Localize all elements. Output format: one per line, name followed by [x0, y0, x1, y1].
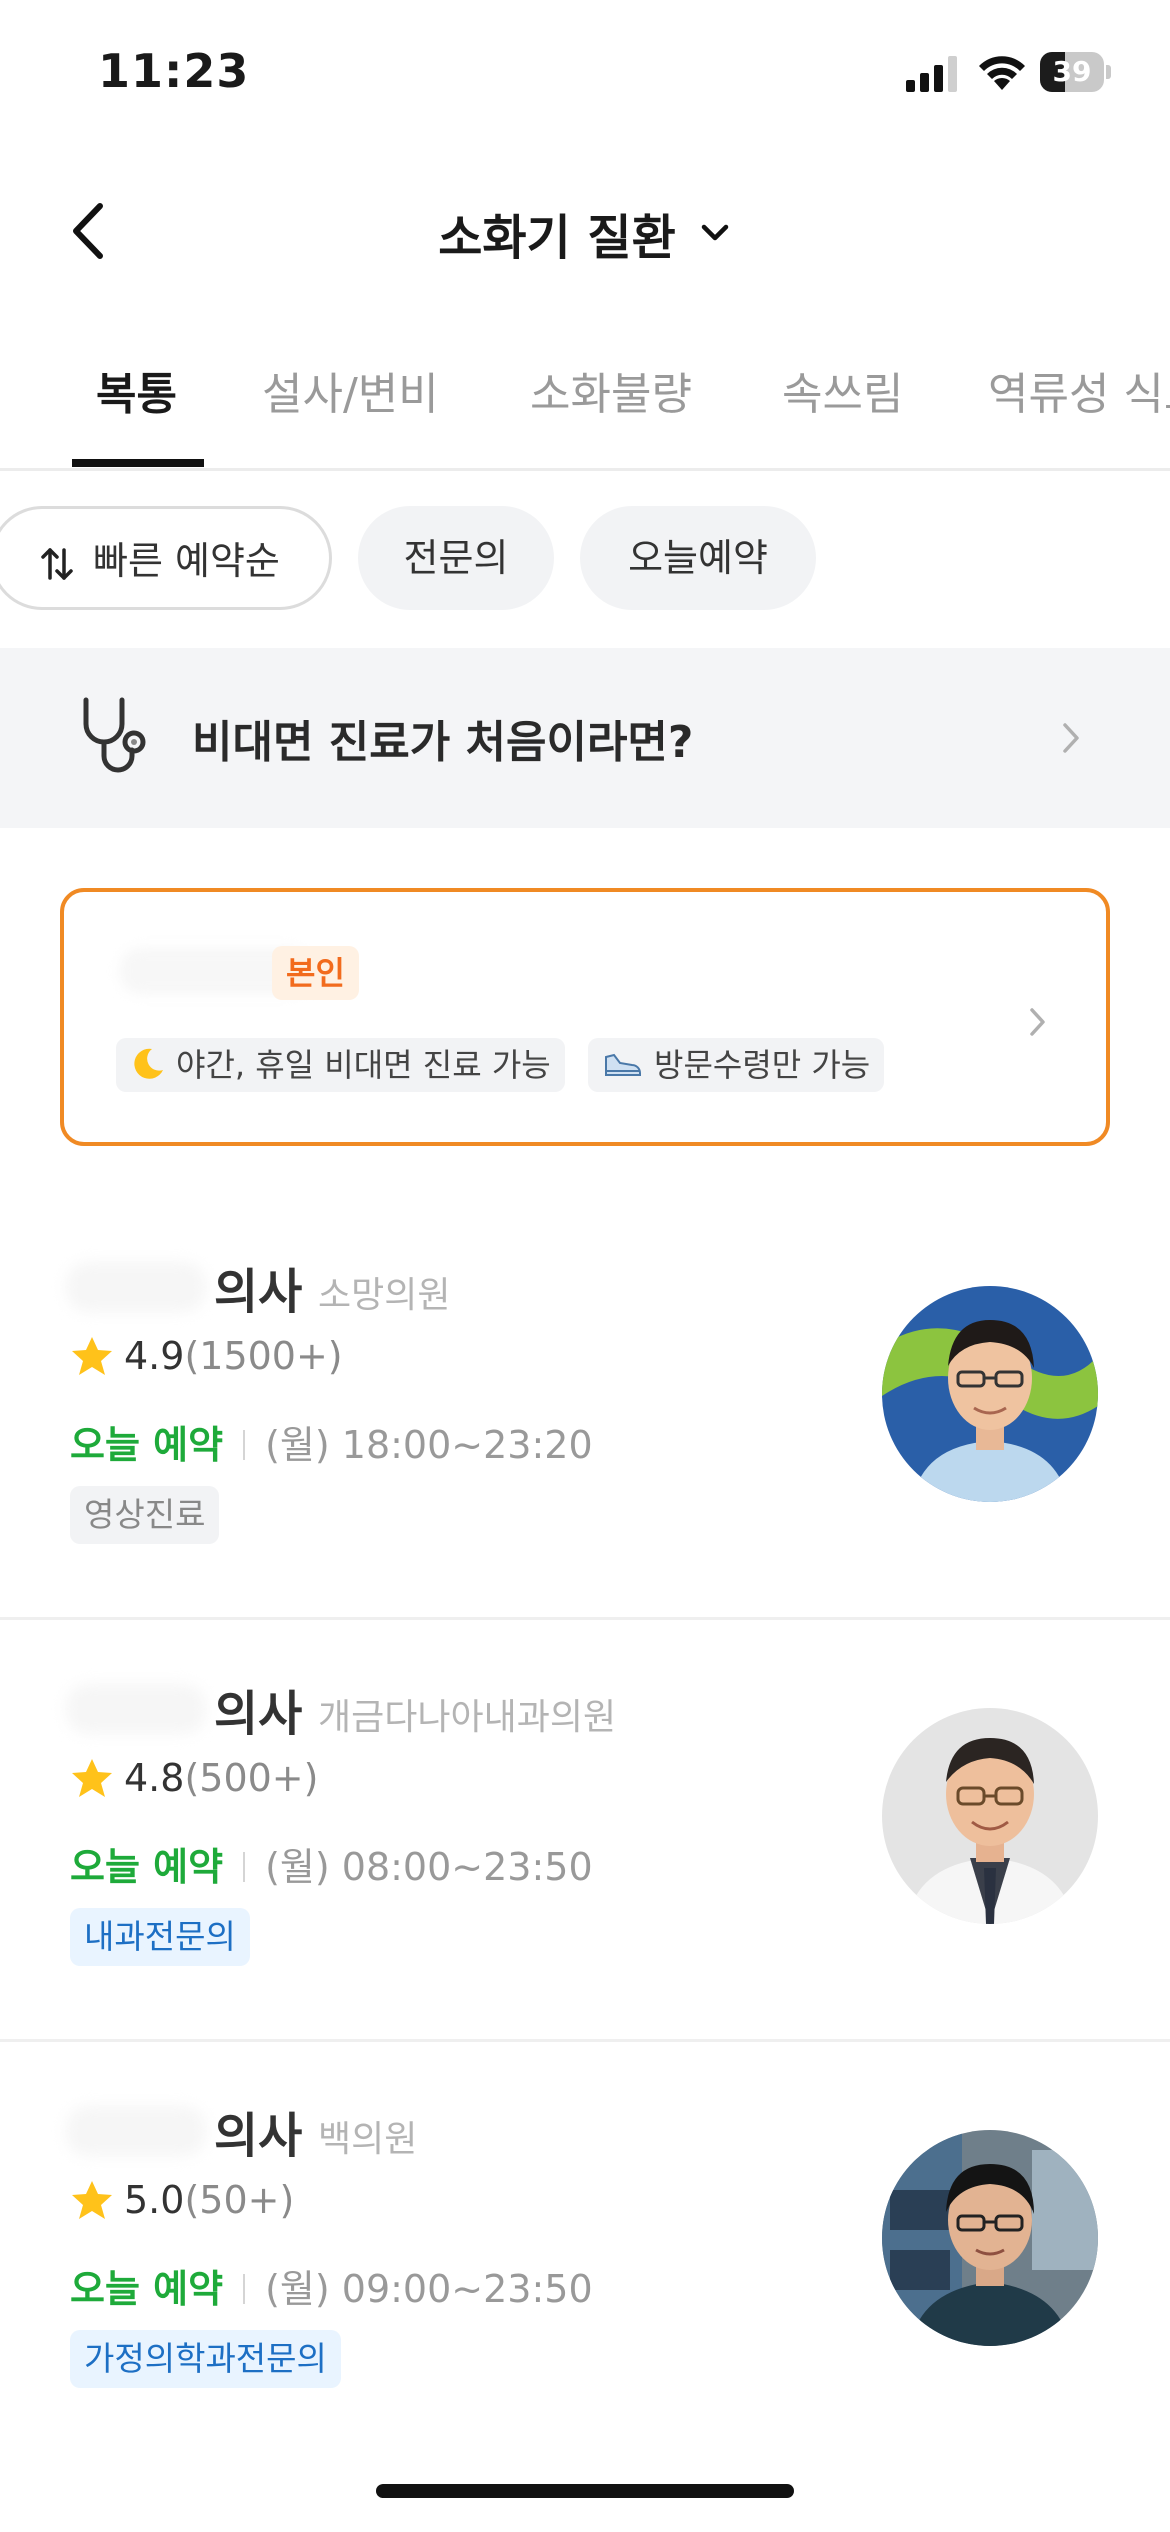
availability: 오늘 예약 (월) 08:00~23:50: [70, 1836, 593, 1891]
blurred-doctor-name: [66, 2106, 206, 2156]
doctor-badge: 영상진료: [70, 1486, 220, 1544]
page-title: 소화기 질환: [438, 210, 676, 266]
banner-text: 비대면 진료가 처음이라면?: [192, 717, 694, 768]
doctor-role: 의사: [214, 1264, 303, 1320]
tab-diarrhea-constipation[interactable]: 설사/변비: [262, 358, 439, 422]
pickup-only-label: 방문수령만 가능: [654, 1046, 871, 1084]
tab-heartburn[interactable]: 속쓰림: [782, 358, 903, 422]
specialist-filter[interactable]: 전문의: [358, 506, 554, 610]
star-icon: [72, 1336, 112, 1375]
clinic-name: 백의원: [318, 2119, 418, 2160]
availability: 오늘 예약 (월) 18:00~23:20: [70, 1414, 593, 1469]
review-count: (500+): [184, 1756, 319, 1800]
sort-button[interactable]: 빠른 예약순: [0, 506, 332, 610]
tab-reflux-esophagitis[interactable]: 역류성 식도염: [988, 358, 1170, 422]
doctor-card[interactable]: 의사 백의원 5.0(50+) 오늘 예약 (월) 09:00~23:50 가정의…: [0, 2044, 1170, 2464]
night-holiday-label: 야간, 휴일 비대면 진료 가능: [176, 1046, 551, 1084]
title-dropdown[interactable]: 소화기 질환: [0, 198, 1170, 268]
chevron-right-icon: [1063, 723, 1079, 753]
doctor-role: 의사: [214, 2108, 303, 2164]
chevron-right-icon: [1030, 1008, 1045, 1036]
status-time: 11:23: [98, 44, 250, 98]
rating: 4.9(1500+): [70, 1328, 343, 1384]
tab-stomachache[interactable]: 복통: [96, 358, 177, 422]
doctor-card[interactable]: 의사 개금다나아내과의원 4.8(500+) 오늘 예약 (월) 08:00~23…: [0, 1622, 1170, 2042]
blurred-doctor-name: [66, 1684, 206, 1734]
hours: (월) 08:00~23:50: [265, 1845, 593, 1889]
star-icon: [72, 1758, 112, 1797]
review-count: (1500+): [184, 1334, 343, 1378]
wifi-icon: [979, 56, 1025, 90]
cellular-signal-icon: [906, 56, 957, 92]
hours: (월) 18:00~23:20: [265, 1423, 593, 1467]
sort-label: 빠른 예약순: [93, 539, 280, 583]
pickup-only-tag: 방문수령만 가능: [588, 1038, 885, 1092]
header: 소화기 질환: [0, 170, 1170, 290]
chevron-down-icon: [701, 224, 728, 241]
rating: 4.8(500+): [70, 1750, 318, 1806]
battery-icon: 39: [1040, 52, 1112, 92]
battery-level: 39: [1052, 55, 1092, 88]
doctor-badge: 내과전문의: [70, 1908, 250, 1966]
doctor-badge: 가정의학과전문의: [70, 2330, 341, 2388]
tab-indigestion[interactable]: 소화불량: [530, 358, 692, 422]
shoe-icon: [605, 1053, 641, 1076]
doctor-avatar: [882, 2130, 1098, 2346]
doctor-avatar: [882, 1286, 1098, 1502]
review-count: (50+): [184, 2178, 295, 2222]
hours: (월) 09:00~23:50: [265, 2267, 593, 2311]
active-tab-indicator: [72, 459, 204, 467]
self-badge: 본인: [272, 946, 359, 1000]
doctor-role: 의사: [214, 1686, 303, 1742]
rating: 5.0(50+): [70, 2172, 294, 2228]
patient-self-card[interactable]: 본인 야간, 휴일 비대면 진료 가능 방문수령만 가능: [60, 888, 1110, 1146]
clinic-name: 개금다나아내과의원: [318, 1697, 617, 1738]
doctor-avatar: [882, 1708, 1098, 1924]
rating-value: 4.9: [124, 1334, 185, 1378]
availability: 오늘 예약 (월) 09:00~23:50: [70, 2258, 593, 2313]
night-holiday-tag: 야간, 휴일 비대면 진료 가능: [116, 1038, 565, 1092]
today-reservation-label: 오늘 예약: [70, 1845, 224, 1889]
clinic-name: 소망의원: [318, 1275, 451, 1316]
rating-value: 5.0: [124, 2178, 185, 2222]
category-tabs: 복통 설사/변비 소화불량 속쓰림 역류성 식도염: [0, 340, 1170, 471]
stethoscope-icon: [83, 697, 146, 773]
blurred-doctor-name: [66, 1262, 206, 1312]
star-icon: [72, 2180, 112, 2219]
rating-value: 4.8: [124, 1756, 185, 1800]
home-indicator[interactable]: [376, 2484, 794, 2498]
moon-icon: [134, 1048, 163, 1079]
doctor-card[interactable]: 의사 소망의원 4.9(1500+) 오늘 예약 (월) 18:00~23:20 …: [0, 1200, 1170, 1620]
today-reservation-label: 오늘 예약: [70, 2267, 224, 2311]
status-bar: 11:23 39: [0, 0, 1170, 150]
first-time-banner[interactable]: 비대면 진료가 처음이라면?: [0, 648, 1170, 828]
today-reservation-label: 오늘 예약: [70, 1423, 224, 1467]
today-reservation-filter[interactable]: 오늘예약: [580, 506, 816, 610]
sort-icon: [41, 547, 73, 580]
